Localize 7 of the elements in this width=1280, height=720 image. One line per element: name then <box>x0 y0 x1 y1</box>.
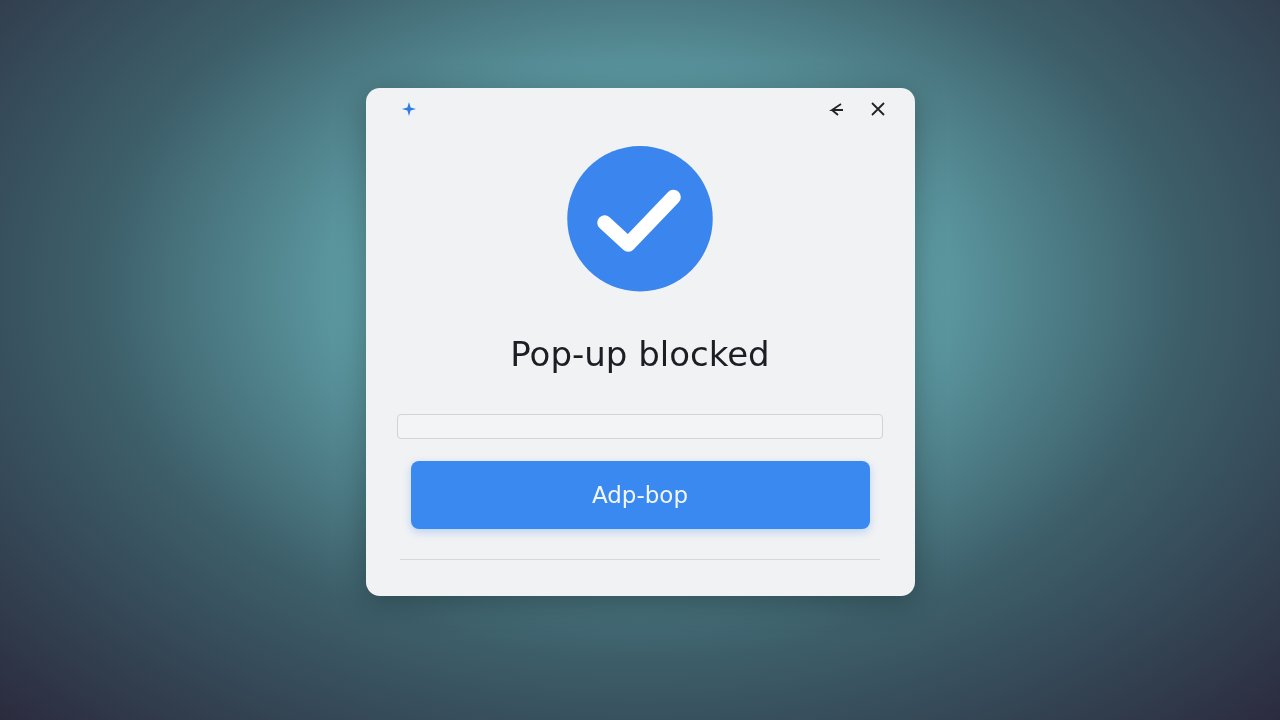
input-field[interactable] <box>397 413 883 440</box>
check-circle-icon <box>566 146 714 292</box>
sparkle-icon <box>401 102 416 116</box>
back-arrow-icon[interactable] <box>828 102 845 116</box>
close-icon[interactable] <box>870 102 885 116</box>
dialog-title: Pop-up blocked <box>510 333 770 374</box>
action-button[interactable]: Adp-bop <box>410 461 870 529</box>
